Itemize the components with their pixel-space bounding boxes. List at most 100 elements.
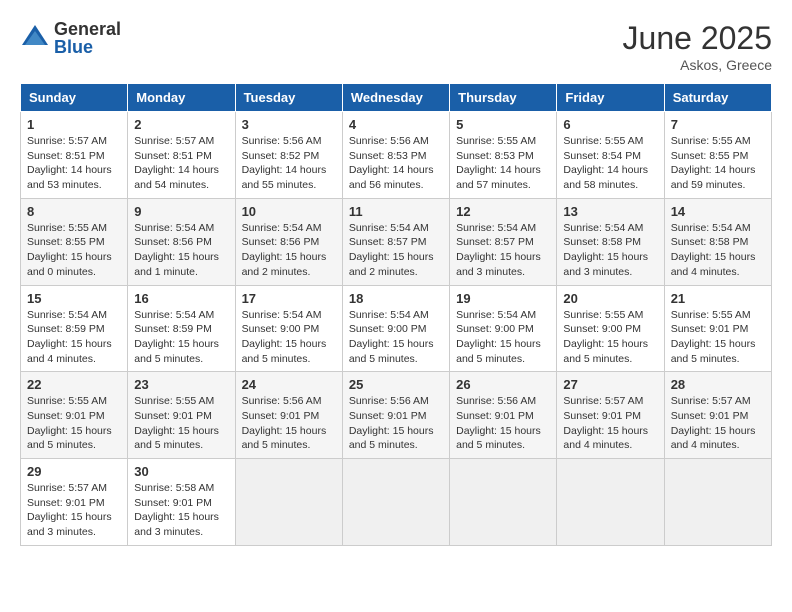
day-number: 26 [456, 377, 550, 392]
daylight-label: Daylight: 15 hours and 2 minutes. [242, 251, 327, 278]
day-number: 2 [134, 117, 228, 132]
day-number: 18 [349, 291, 443, 306]
day-info: Sunrise: 5:55 AM Sunset: 9:01 PM Dayligh… [134, 394, 228, 453]
daylight-label: Daylight: 15 hours and 4 minutes. [671, 425, 756, 452]
sunset-label: Sunset: 9:01 PM [563, 410, 641, 422]
col-thursday: Thursday [450, 84, 557, 112]
daylight-label: Daylight: 14 hours and 58 minutes. [563, 164, 648, 191]
day-info: Sunrise: 5:57 AM Sunset: 9:01 PM Dayligh… [27, 481, 121, 540]
calendar-week-row: 15 Sunrise: 5:54 AM Sunset: 8:59 PM Dayl… [21, 285, 772, 372]
day-info: Sunrise: 5:54 AM Sunset: 8:56 PM Dayligh… [242, 221, 336, 280]
empty-cell [664, 459, 771, 546]
day-info: Sunrise: 5:54 AM Sunset: 9:00 PM Dayligh… [456, 308, 550, 367]
col-friday: Friday [557, 84, 664, 112]
sunrise-label: Sunrise: 5:54 AM [134, 222, 214, 234]
daylight-label: Daylight: 15 hours and 3 minutes. [134, 511, 219, 538]
sunset-label: Sunset: 9:01 PM [671, 323, 749, 335]
calendar-day-cell: 30 Sunrise: 5:58 AM Sunset: 9:01 PM Dayl… [128, 459, 235, 546]
day-number: 14 [671, 204, 765, 219]
empty-cell [342, 459, 449, 546]
sunset-label: Sunset: 8:51 PM [134, 150, 212, 162]
daylight-label: Daylight: 14 hours and 54 minutes. [134, 164, 219, 191]
daylight-label: Daylight: 15 hours and 3 minutes. [563, 251, 648, 278]
calendar-week-row: 22 Sunrise: 5:55 AM Sunset: 9:01 PM Dayl… [21, 372, 772, 459]
sunset-label: Sunset: 8:55 PM [671, 150, 749, 162]
day-number: 6 [563, 117, 657, 132]
calendar-day-cell: 19 Sunrise: 5:54 AM Sunset: 9:00 PM Dayl… [450, 285, 557, 372]
calendar-table: Sunday Monday Tuesday Wednesday Thursday… [20, 83, 772, 546]
calendar-week-row: 1 Sunrise: 5:57 AM Sunset: 8:51 PM Dayli… [21, 112, 772, 199]
sunrise-label: Sunrise: 5:55 AM [456, 135, 536, 147]
day-number: 10 [242, 204, 336, 219]
day-number: 7 [671, 117, 765, 132]
sunset-label: Sunset: 8:56 PM [242, 236, 320, 248]
daylight-label: Daylight: 15 hours and 5 minutes. [349, 425, 434, 452]
calendar-day-cell: 8 Sunrise: 5:55 AM Sunset: 8:55 PM Dayli… [21, 198, 128, 285]
title-block: June 2025 Askos, Greece [623, 20, 772, 73]
sunrise-label: Sunrise: 5:54 AM [242, 309, 322, 321]
calendar-day-cell: 6 Sunrise: 5:55 AM Sunset: 8:54 PM Dayli… [557, 112, 664, 199]
daylight-label: Daylight: 15 hours and 5 minutes. [349, 338, 434, 365]
sunset-label: Sunset: 8:59 PM [27, 323, 105, 335]
sunset-label: Sunset: 8:53 PM [349, 150, 427, 162]
day-info: Sunrise: 5:57 AM Sunset: 9:01 PM Dayligh… [563, 394, 657, 453]
sunset-label: Sunset: 8:56 PM [134, 236, 212, 248]
sunrise-label: Sunrise: 5:57 AM [27, 482, 107, 494]
col-saturday: Saturday [664, 84, 771, 112]
day-info: Sunrise: 5:56 AM Sunset: 8:53 PM Dayligh… [349, 134, 443, 193]
daylight-label: Daylight: 15 hours and 5 minutes. [671, 338, 756, 365]
sunrise-label: Sunrise: 5:55 AM [27, 222, 107, 234]
empty-cell [557, 459, 664, 546]
sunrise-label: Sunrise: 5:56 AM [349, 135, 429, 147]
month-title: June 2025 [623, 20, 772, 57]
sunset-label: Sunset: 9:01 PM [134, 497, 212, 509]
sunrise-label: Sunrise: 5:54 AM [349, 309, 429, 321]
calendar-day-cell: 23 Sunrise: 5:55 AM Sunset: 9:01 PM Dayl… [128, 372, 235, 459]
sunrise-label: Sunrise: 5:55 AM [27, 395, 107, 407]
sunrise-label: Sunrise: 5:54 AM [671, 222, 751, 234]
daylight-label: Daylight: 15 hours and 3 minutes. [456, 251, 541, 278]
calendar-day-cell: 16 Sunrise: 5:54 AM Sunset: 8:59 PM Dayl… [128, 285, 235, 372]
daylight-label: Daylight: 15 hours and 4 minutes. [563, 425, 648, 452]
daylight-label: Daylight: 15 hours and 1 minute. [134, 251, 219, 278]
col-wednesday: Wednesday [342, 84, 449, 112]
daylight-label: Daylight: 15 hours and 5 minutes. [134, 338, 219, 365]
daylight-label: Daylight: 15 hours and 3 minutes. [27, 511, 112, 538]
sunset-label: Sunset: 9:01 PM [456, 410, 534, 422]
day-number: 21 [671, 291, 765, 306]
sunrise-label: Sunrise: 5:55 AM [563, 309, 643, 321]
calendar-day-cell: 18 Sunrise: 5:54 AM Sunset: 9:00 PM Dayl… [342, 285, 449, 372]
sunrise-label: Sunrise: 5:54 AM [27, 309, 107, 321]
calendar-day-cell: 21 Sunrise: 5:55 AM Sunset: 9:01 PM Dayl… [664, 285, 771, 372]
day-info: Sunrise: 5:58 AM Sunset: 9:01 PM Dayligh… [134, 481, 228, 540]
sunset-label: Sunset: 8:51 PM [27, 150, 105, 162]
sunrise-label: Sunrise: 5:56 AM [242, 395, 322, 407]
daylight-label: Daylight: 15 hours and 5 minutes. [134, 425, 219, 452]
day-number: 22 [27, 377, 121, 392]
day-info: Sunrise: 5:57 AM Sunset: 9:01 PM Dayligh… [671, 394, 765, 453]
calendar-day-cell: 25 Sunrise: 5:56 AM Sunset: 9:01 PM Dayl… [342, 372, 449, 459]
sunrise-label: Sunrise: 5:55 AM [563, 135, 643, 147]
day-info: Sunrise: 5:56 AM Sunset: 9:01 PM Dayligh… [456, 394, 550, 453]
day-number: 24 [242, 377, 336, 392]
sunset-label: Sunset: 9:01 PM [349, 410, 427, 422]
day-number: 9 [134, 204, 228, 219]
sunrise-label: Sunrise: 5:54 AM [456, 309, 536, 321]
day-number: 4 [349, 117, 443, 132]
day-number: 16 [134, 291, 228, 306]
sunset-label: Sunset: 9:01 PM [671, 410, 749, 422]
sunrise-label: Sunrise: 5:55 AM [671, 135, 751, 147]
day-info: Sunrise: 5:55 AM Sunset: 8:53 PM Dayligh… [456, 134, 550, 193]
sunset-label: Sunset: 9:01 PM [242, 410, 320, 422]
day-info: Sunrise: 5:54 AM Sunset: 8:59 PM Dayligh… [27, 308, 121, 367]
sunset-label: Sunset: 8:59 PM [134, 323, 212, 335]
daylight-label: Daylight: 15 hours and 0 minutes. [27, 251, 112, 278]
sunrise-label: Sunrise: 5:58 AM [134, 482, 214, 494]
calendar-week-row: 8 Sunrise: 5:55 AM Sunset: 8:55 PM Dayli… [21, 198, 772, 285]
calendar-day-cell: 11 Sunrise: 5:54 AM Sunset: 8:57 PM Dayl… [342, 198, 449, 285]
daylight-label: Daylight: 14 hours and 53 minutes. [27, 164, 112, 191]
day-info: Sunrise: 5:55 AM Sunset: 9:01 PM Dayligh… [27, 394, 121, 453]
sunset-label: Sunset: 8:58 PM [671, 236, 749, 248]
sunrise-label: Sunrise: 5:55 AM [134, 395, 214, 407]
empty-cell [450, 459, 557, 546]
